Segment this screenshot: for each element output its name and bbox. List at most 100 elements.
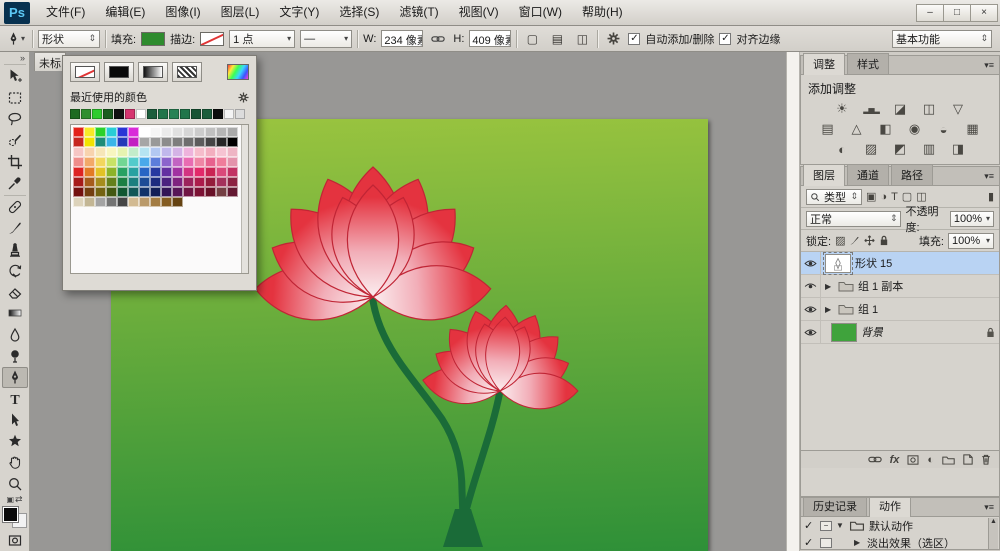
color-swatch[interactable]: [224, 109, 234, 119]
color-swatch[interactable]: [161, 177, 172, 187]
color-swatch[interactable]: [161, 197, 172, 207]
color-swatch[interactable]: [172, 127, 183, 137]
menu-type[interactable]: 文字(Y): [269, 0, 329, 25]
color-swatch[interactable]: [216, 137, 227, 147]
lock-move-icon[interactable]: [864, 235, 875, 246]
color-swatch[interactable]: [227, 167, 238, 177]
color-swatch[interactable]: [106, 127, 117, 137]
color-swatch[interactable]: [128, 137, 139, 147]
clone-stamp-tool[interactable]: [2, 239, 28, 260]
color-swatch[interactable]: [84, 157, 95, 167]
action-name[interactable]: 淡出效果（选区）: [867, 535, 955, 551]
stroke-color-swatch[interactable]: [200, 32, 224, 46]
actions-scrollbar[interactable]: ▲: [988, 518, 998, 550]
gradient-tool[interactable]: [2, 303, 28, 324]
color-swatch[interactable]: [147, 109, 157, 119]
menu-edit[interactable]: 编辑(E): [95, 0, 155, 25]
color-swatch[interactable]: [139, 177, 150, 187]
color-swatch[interactable]: [106, 137, 117, 147]
color-swatch[interactable]: [73, 167, 84, 177]
color-swatch[interactable]: [128, 187, 139, 197]
color-swatch[interactable]: [227, 137, 238, 147]
color-swatch[interactable]: [117, 197, 128, 207]
invert-icon[interactable]: ◐: [832, 141, 852, 157]
filter-adjustment-layers-icon[interactable]: ◑: [880, 191, 887, 203]
blend-mode-select[interactable]: 正常 ⇕: [806, 211, 901, 227]
color-swatch[interactable]: [117, 127, 128, 137]
eraser-tool[interactable]: [2, 282, 28, 303]
crop-tool[interactable]: [2, 151, 28, 172]
collapse-tools-icon[interactable]: »: [20, 52, 29, 63]
fill-pattern-button[interactable]: [172, 62, 202, 82]
menu-filter[interactable]: 滤镜(T): [389, 0, 448, 25]
auto-add-delete-checkbox[interactable]: ✓: [628, 33, 640, 45]
layer-thumbnail[interactable]: [831, 323, 857, 342]
move-tool[interactable]: [2, 66, 28, 87]
color-swatch[interactable]: [128, 167, 139, 177]
color-swatch[interactable]: [194, 187, 205, 197]
lock-transparent-icon[interactable]: ▨: [835, 234, 845, 247]
close-button[interactable]: ×: [970, 4, 998, 22]
expand-set-icon[interactable]: ▼: [836, 521, 845, 530]
new-group-icon[interactable]: [942, 455, 955, 465]
filter-pixel-layers-icon[interactable]: ▣: [866, 190, 876, 203]
delete-layer-trash-icon[interactable]: [981, 454, 991, 465]
color-swatch[interactable]: [106, 157, 117, 167]
color-swatch[interactable]: [139, 147, 150, 157]
expand-group-icon[interactable]: ▶: [825, 305, 834, 314]
link-dimensions-icon[interactable]: [428, 29, 448, 49]
layer-name[interactable]: 组 1 副本: [858, 278, 903, 294]
fill-solid-button[interactable]: [104, 62, 134, 82]
color-swatch[interactable]: [205, 177, 216, 187]
color-swatch[interactable]: [95, 137, 106, 147]
color-swatch[interactable]: [227, 157, 238, 167]
layer-row-group-1[interactable]: ▶ 组 1: [801, 298, 999, 321]
layer-name[interactable]: 背景: [861, 324, 883, 340]
tab-paths[interactable]: 路径: [891, 164, 933, 185]
color-swatch[interactable]: [106, 197, 117, 207]
color-swatch[interactable]: [194, 157, 205, 167]
color-swatch[interactable]: [95, 187, 106, 197]
color-swatch[interactable]: [128, 157, 139, 167]
color-swatch[interactable]: [191, 109, 201, 119]
color-swatch[interactable]: [158, 109, 168, 119]
color-swatch[interactable]: [183, 127, 194, 137]
tool-mode-select[interactable]: 形状 ⇕: [38, 30, 100, 48]
dock-divider[interactable]: [786, 52, 800, 551]
menu-help[interactable]: 帮助(H): [572, 0, 633, 25]
threshold-icon[interactable]: ◩: [890, 141, 910, 157]
color-swatch[interactable]: [84, 137, 95, 147]
color-swatch[interactable]: [150, 127, 161, 137]
color-swatch[interactable]: [84, 197, 95, 207]
filter-smart-object-icon[interactable]: ◫: [916, 190, 926, 203]
eyedropper-tool[interactable]: [2, 172, 28, 193]
layer-row-background[interactable]: 背景: [801, 321, 999, 344]
visibility-eye-icon[interactable]: [801, 321, 821, 343]
modal-dialog-toggle[interactable]: −: [820, 521, 832, 531]
expand-group-icon[interactable]: ▶: [825, 282, 834, 291]
fill-color-swatch[interactable]: [141, 32, 165, 46]
color-swatch[interactable]: [172, 147, 183, 157]
workspace-select[interactable]: 基本功能 ⇕: [892, 30, 992, 48]
color-swatch[interactable]: [205, 127, 216, 137]
swatches-gear-icon[interactable]: [238, 92, 249, 103]
color-swatch[interactable]: [169, 109, 179, 119]
path-arrange-icon[interactable]: ◫: [572, 29, 592, 49]
color-swatch[interactable]: [73, 137, 84, 147]
spot-healing-brush-tool[interactable]: [2, 196, 28, 217]
color-swatch[interactable]: [150, 197, 161, 207]
color-swatch[interactable]: [216, 167, 227, 177]
selective-color-icon[interactable]: ◨: [948, 141, 968, 157]
color-swatch[interactable]: [172, 157, 183, 167]
color-lookup-icon[interactable]: ▦: [963, 121, 983, 137]
menu-view[interactable]: 视图(V): [449, 0, 509, 25]
filter-shape-layers-icon[interactable]: ▢: [902, 190, 912, 203]
quick-selection-tool[interactable]: [2, 130, 28, 151]
blur-tool[interactable]: [2, 324, 28, 345]
color-swatch[interactable]: [194, 127, 205, 137]
action-set-row[interactable]: ✓ − ▼ 默认动作: [801, 517, 999, 534]
menu-file[interactable]: 文件(F): [36, 0, 95, 25]
color-swatch[interactable]: [84, 187, 95, 197]
hand-tool[interactable]: [2, 452, 28, 473]
zoom-tool[interactable]: [2, 473, 28, 494]
